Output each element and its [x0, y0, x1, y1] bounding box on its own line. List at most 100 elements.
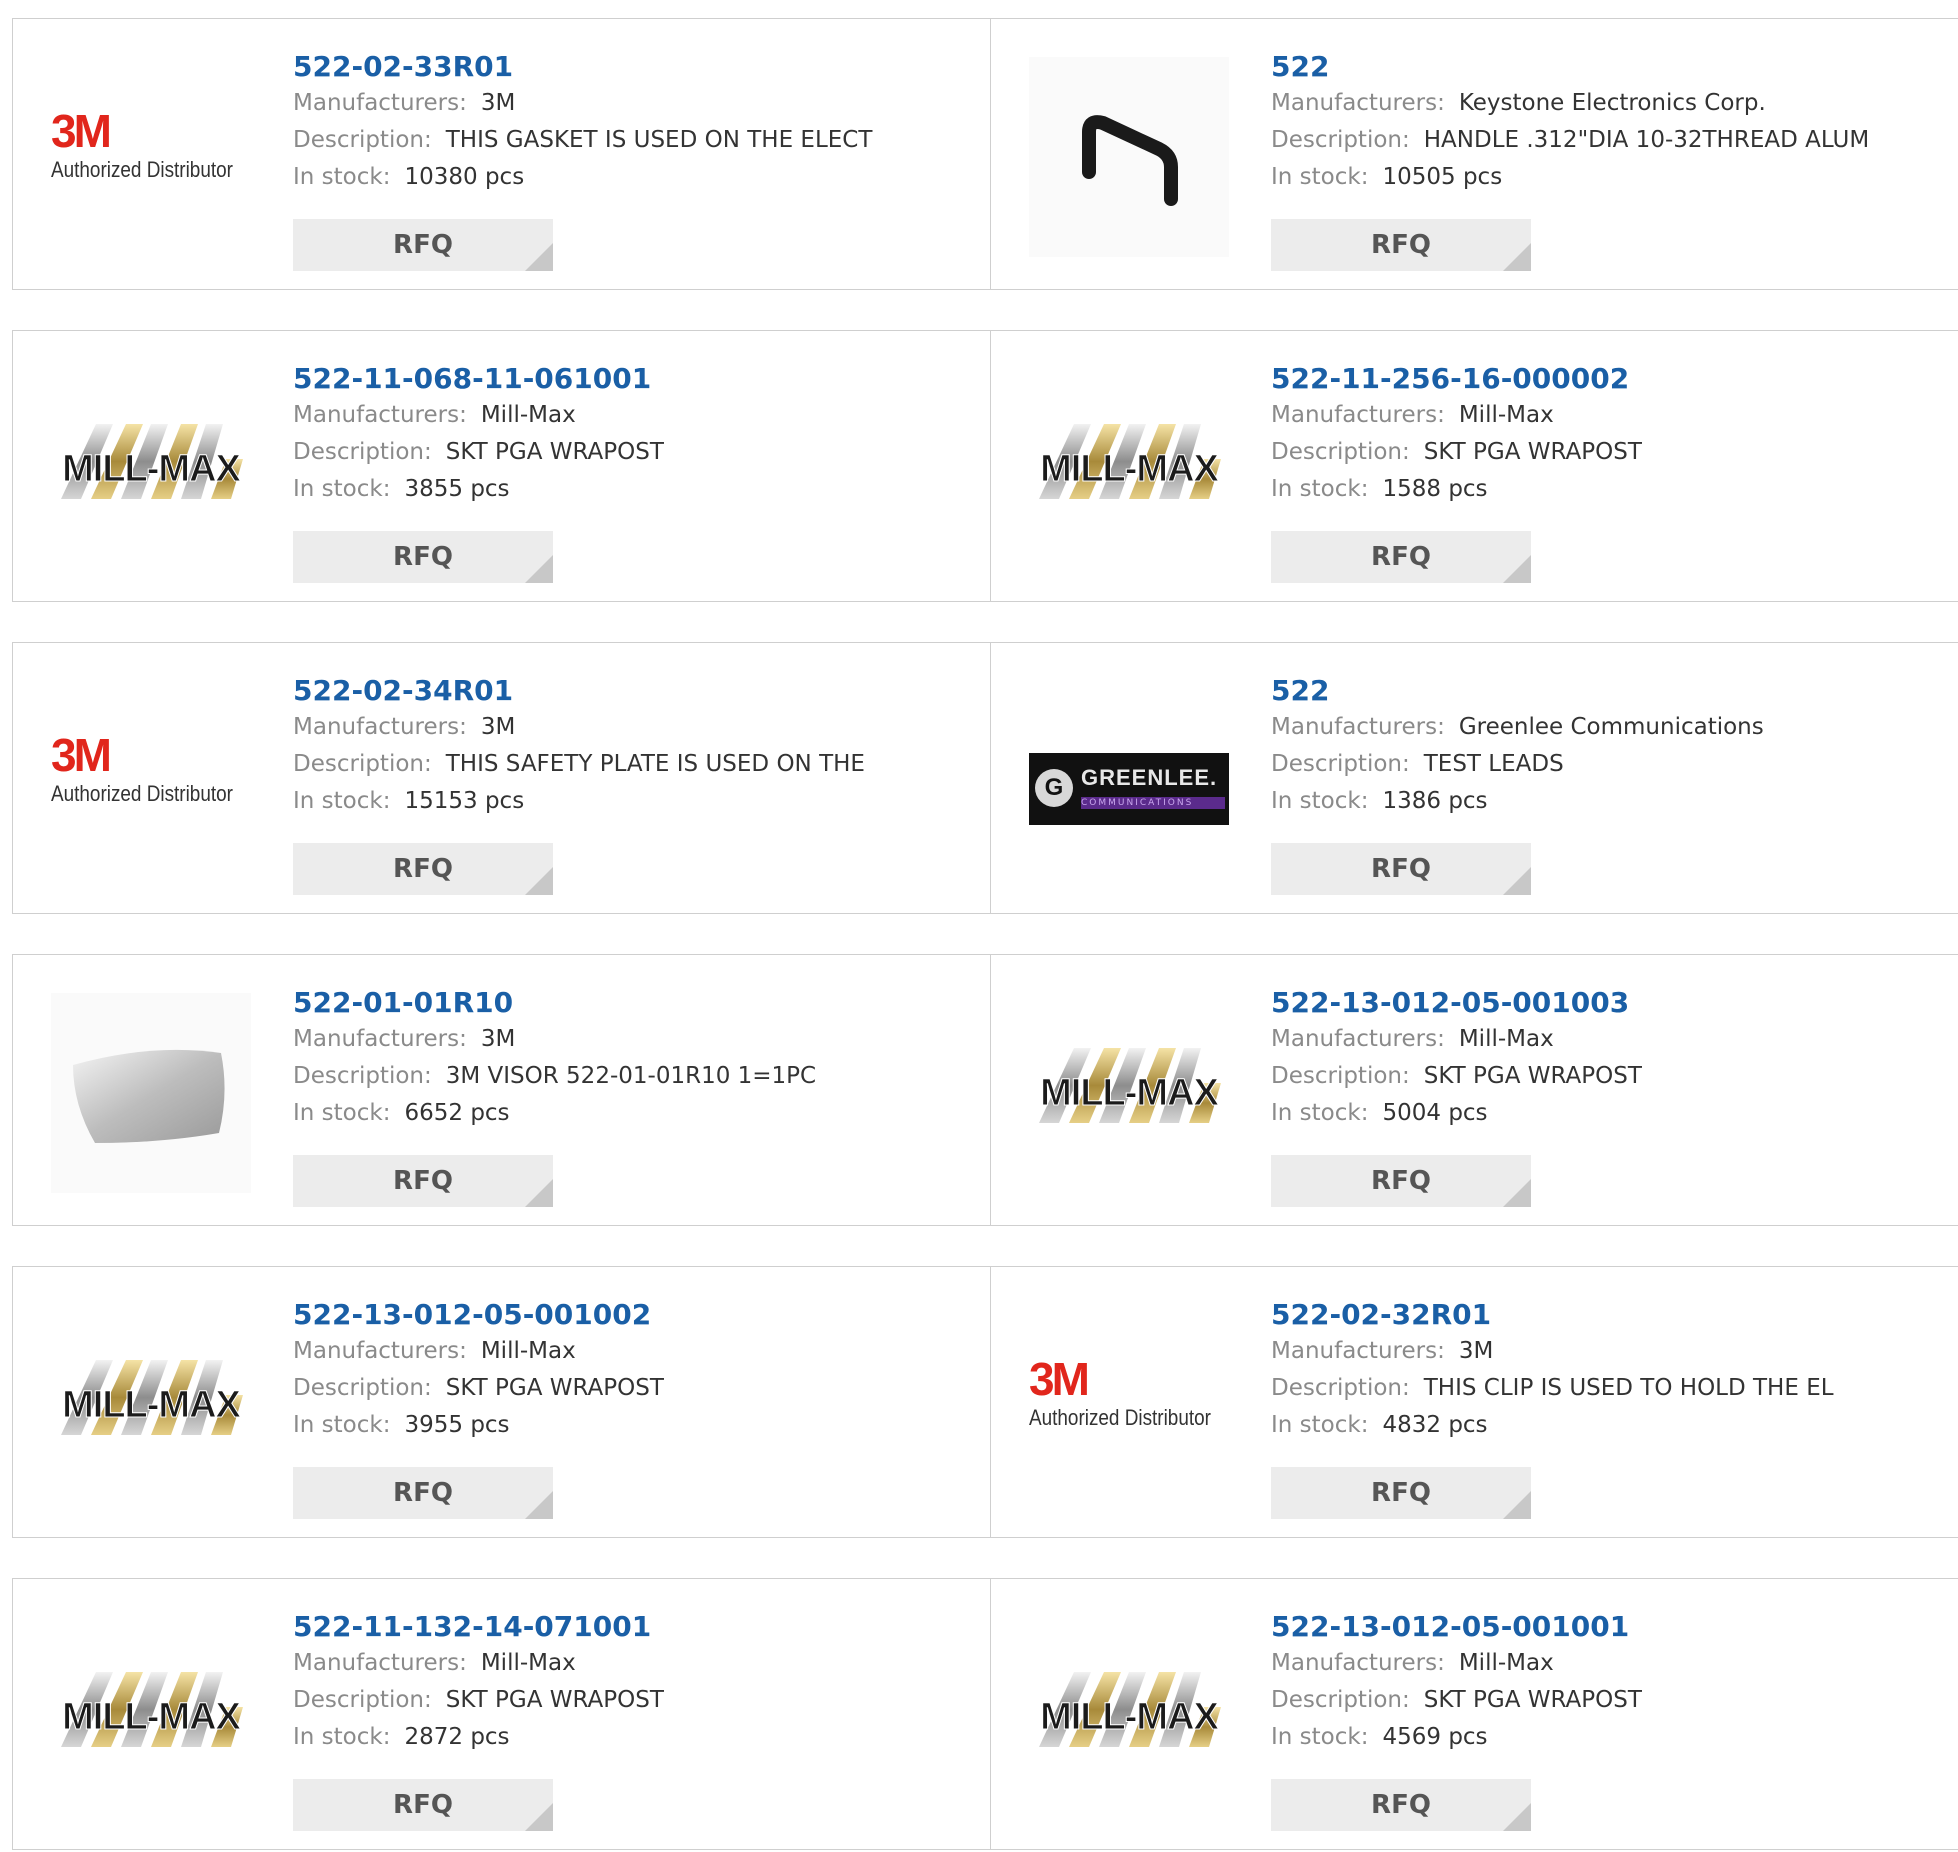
description-value: SKT PGA WRAPOST	[445, 1687, 664, 1713]
description-label: Description:	[1271, 1375, 1410, 1401]
product-card: MILL-MAX 522-13-012-05-001001 Manufacturer…	[990, 1578, 1958, 1850]
manufacturer-logo: 3M Authorized Distributor	[51, 681, 251, 881]
manufacturer-value: Mill-Max	[1458, 402, 1554, 428]
manufacturer-value: Mill-Max	[480, 1650, 576, 1676]
3m-logo: 3M Authorized Distributor	[51, 105, 233, 182]
product-card: G GREENLEE. COMMUNICATIONS 522 Manufacturers…	[990, 642, 1958, 914]
stock-label: In stock:	[1271, 1724, 1369, 1750]
stock-line: In stock: 10380 pcs	[293, 159, 872, 196]
product-card: 3M Authorized Distributor 522-02-34R01 Manu…	[12, 642, 991, 914]
manufacturer-logo	[1029, 57, 1229, 257]
rfq-button[interactable]: RFQ	[293, 1779, 553, 1831]
rfq-button[interactable]: RFQ	[1271, 1467, 1531, 1519]
part-number-link[interactable]: 522-11-068-11-061001	[293, 361, 664, 397]
manufacturers-label: Manufacturers:	[1271, 1650, 1445, 1676]
part-number-link[interactable]: 522-02-32R01	[1271, 1297, 1834, 1333]
rfq-button[interactable]: RFQ	[1271, 1779, 1531, 1831]
mill-max-logo: MILL-MAX	[61, 424, 243, 499]
corner-triangle-icon	[525, 1491, 553, 1519]
rfq-button[interactable]: RFQ	[293, 531, 553, 583]
rfq-label: RFQ	[1371, 854, 1431, 884]
description-line: Description: SKT PGA WRAPOST	[1271, 1058, 1642, 1095]
stock-value: 6652 pcs	[404, 1100, 510, 1126]
description-label: Description:	[1271, 1687, 1410, 1713]
mill-max-wordmark: MILL-MAX	[62, 448, 241, 490]
description-line: Description: SKT PGA WRAPOST	[1271, 1682, 1642, 1719]
stock-line: In stock: 15153 pcs	[293, 783, 865, 820]
stock-value: 15153 pcs	[404, 788, 525, 814]
rfq-button[interactable]: RFQ	[293, 1467, 553, 1519]
manufacturer-logo: MILL-MAX	[1029, 1617, 1229, 1817]
description-label: Description:	[1271, 751, 1410, 777]
stock-value: 10505 pcs	[1382, 164, 1503, 190]
rfq-label: RFQ	[393, 542, 453, 572]
stock-value: 1588 pcs	[1382, 476, 1488, 502]
manufacturer-value: Mill-Max	[480, 402, 576, 428]
description-line: Description: SKT PGA WRAPOST	[1271, 434, 1642, 471]
manufacturer-line: Manufacturers: Mill-Max	[1271, 1021, 1642, 1058]
description-value: THIS GASKET IS USED ON THE ELECT	[445, 127, 873, 153]
rfq-button[interactable]: RFQ	[1271, 219, 1531, 271]
part-number-link[interactable]: 522-13-012-05-001003	[1271, 985, 1642, 1021]
manufacturer-line: Manufacturers: Keystone Electronics Corp.	[1271, 85, 1869, 122]
product-card: MILL-MAX 522-11-068-11-061001 Manufacturer…	[12, 330, 991, 602]
manufacturer-logo: MILL-MAX	[1029, 369, 1229, 569]
rfq-label: RFQ	[1371, 230, 1431, 260]
rfq-button[interactable]: RFQ	[1271, 1155, 1531, 1207]
rfq-button[interactable]: RFQ	[1271, 843, 1531, 895]
product-info: 522 Manufacturers: Keystone Electronics Co…	[1271, 49, 1869, 196]
rfq-button[interactable]: RFQ	[293, 1155, 553, 1207]
part-number-link[interactable]: 522-13-012-05-001001	[1271, 1609, 1642, 1645]
manufacturers-label: Manufacturers:	[293, 714, 467, 740]
stock-label: In stock:	[1271, 1412, 1369, 1438]
mill-max-logo: MILL-MAX	[1039, 1048, 1221, 1123]
mill-max-wordmark: MILL-MAX	[62, 1696, 241, 1738]
stock-line: In stock: 4569 pcs	[1271, 1719, 1642, 1756]
stock-line: In stock: 6652 pcs	[293, 1095, 816, 1132]
stock-line: In stock: 3855 pcs	[293, 471, 664, 508]
rfq-label: RFQ	[1371, 1166, 1431, 1196]
stock-value: 4569 pcs	[1382, 1724, 1488, 1750]
mill-max-wordmark: MILL-MAX	[1040, 1072, 1219, 1114]
manufacturer-logo: 3M Authorized Distributor	[1029, 1305, 1229, 1505]
description-line: Description: 3M VISOR 522-01-01R10 1=1PC	[293, 1058, 816, 1095]
stock-line: In stock: 5004 pcs	[1271, 1095, 1642, 1132]
manufacturer-line: Manufacturers: Mill-Max	[293, 1645, 664, 1682]
product-info: 522-11-132-14-071001 Manufacturers: Mill-M…	[293, 1609, 664, 1756]
product-row: MILL-MAX 522-11-068-11-061001 Manufacturer…	[12, 330, 1958, 604]
stock-value: 2872 pcs	[404, 1724, 510, 1750]
greenlee-logo: G GREENLEE. COMMUNICATIONS	[1029, 753, 1229, 825]
manufacturer-line: Manufacturers: Mill-Max	[293, 1333, 664, 1370]
product-info: 522-11-068-11-061001 Manufacturers: Mill-M…	[293, 361, 664, 508]
stock-value: 4832 pcs	[1382, 1412, 1488, 1438]
corner-triangle-icon	[1503, 243, 1531, 271]
stock-value: 5004 pcs	[1382, 1100, 1488, 1126]
description-line: Description: SKT PGA WRAPOST	[293, 1370, 664, 1407]
corner-triangle-icon	[525, 1179, 553, 1207]
rfq-button[interactable]: RFQ	[293, 843, 553, 895]
part-number-link[interactable]: 522-02-33R01	[293, 49, 872, 85]
description-value: TEST LEADS	[1423, 751, 1564, 777]
stock-line: In stock: 10505 pcs	[1271, 159, 1869, 196]
manufacturer-line: Manufacturers: Greenlee Communications	[1271, 709, 1764, 746]
part-number-link[interactable]: 522	[1271, 673, 1764, 709]
description-value: THIS SAFETY PLATE IS USED ON THE	[445, 751, 865, 777]
stock-line: In stock: 1386 pcs	[1271, 783, 1764, 820]
stock-label: In stock:	[1271, 788, 1369, 814]
description-label: Description:	[293, 1063, 432, 1089]
mill-max-logo: MILL-MAX	[1039, 424, 1221, 499]
part-number-link[interactable]: 522-11-256-16-000002	[1271, 361, 1642, 397]
part-number-link[interactable]: 522	[1271, 49, 1869, 85]
rfq-label: RFQ	[393, 1166, 453, 1196]
part-number-link[interactable]: 522-11-132-14-071001	[293, 1609, 664, 1645]
corner-triangle-icon	[1503, 1491, 1531, 1519]
description-line: Description: THIS CLIP IS USED TO HOLD TH…	[1271, 1370, 1834, 1407]
part-number-link[interactable]: 522-01-01R10	[293, 985, 816, 1021]
rfq-button[interactable]: RFQ	[293, 219, 553, 271]
manufacturer-logo: MILL-MAX	[51, 369, 251, 569]
part-number-link[interactable]: 522-02-34R01	[293, 673, 865, 709]
corner-triangle-icon	[525, 555, 553, 583]
handle-product-image	[1029, 57, 1229, 257]
part-number-link[interactable]: 522-13-012-05-001002	[293, 1297, 664, 1333]
rfq-button[interactable]: RFQ	[1271, 531, 1531, 583]
